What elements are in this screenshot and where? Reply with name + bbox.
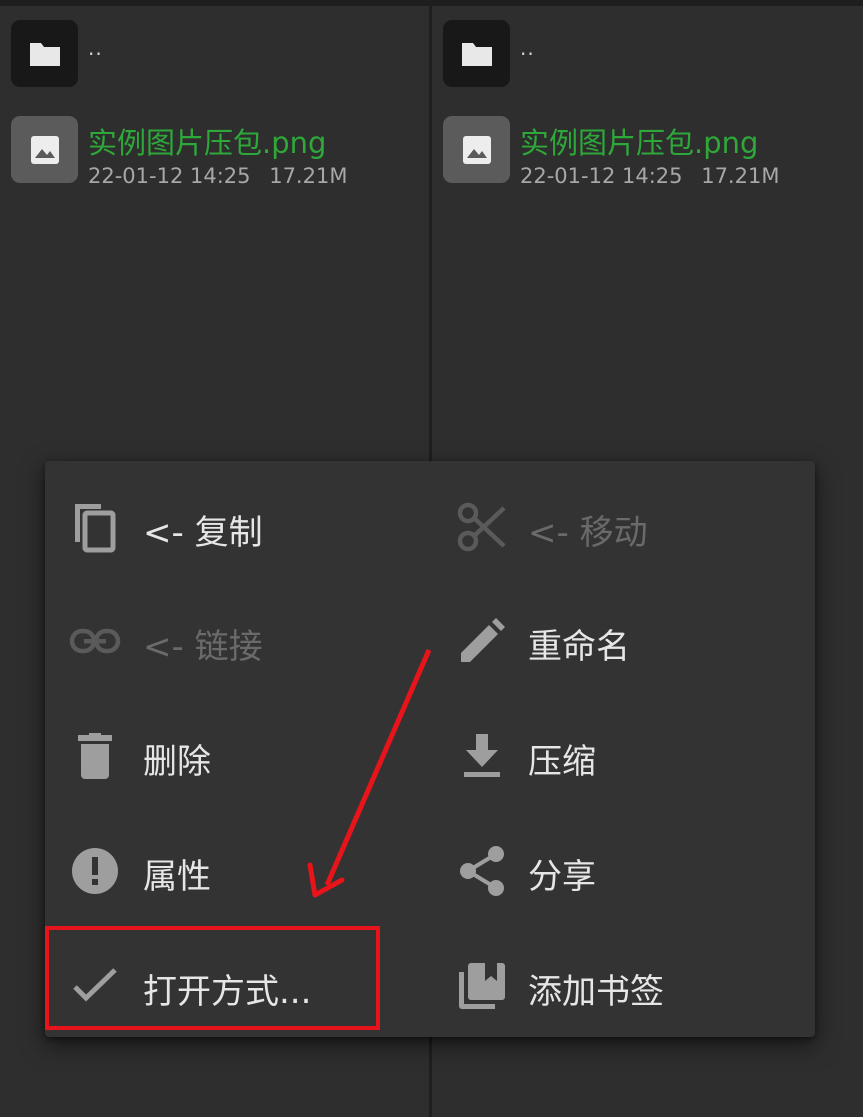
pencil-icon: [454, 613, 510, 669]
parent-dir-label: ..: [520, 36, 535, 60]
menu-item-label: 重命名: [528, 627, 630, 667]
menu-item-rename[interactable]: 重命名: [430, 585, 790, 685]
file-meta: 22-01-12 14:25 17.21M: [520, 164, 779, 188]
copy-icon: [67, 499, 123, 555]
parent-directory-row[interactable]: ..: [432, 20, 863, 88]
bookmark-icon: [454, 958, 510, 1014]
menu-item-label: 添加书签: [528, 972, 664, 1012]
file-size: 17.21M: [269, 164, 348, 188]
file-size: 17.21M: [701, 164, 780, 188]
menu-item-share[interactable]: 分享: [430, 815, 790, 915]
file-name: 实例图片压包.png: [520, 126, 759, 160]
menu-item-link[interactable]: <- 链接: [45, 585, 405, 685]
menu-item-copy[interactable]: <- 复制: [45, 471, 405, 571]
image-file-icon: [443, 116, 510, 183]
link-icon: [67, 613, 123, 669]
share-icon: [454, 843, 510, 899]
file-date: 22-01-12 14:25: [520, 164, 683, 188]
info-icon: [67, 843, 123, 899]
menu-item-label: 属性: [143, 857, 211, 897]
menu-item-compress[interactable]: 压缩: [430, 700, 790, 800]
menu-item-label: <- 复制: [143, 513, 263, 553]
menu-item-delete[interactable]: 删除: [45, 700, 405, 800]
file-meta: 22-01-12 14:25 17.21M: [88, 164, 347, 188]
menu-item-label: 删除: [143, 742, 211, 782]
menu-item-label: <- 链接: [143, 627, 263, 667]
parent-dir-label: ..: [88, 36, 103, 60]
menu-item-add-bookmark[interactable]: 添加书签: [430, 930, 790, 1030]
download-icon: [454, 728, 510, 784]
file-name: 实例图片压包.png: [88, 126, 327, 160]
menu-item-properties[interactable]: 属性: [45, 815, 405, 915]
menu-item-label: 分享: [528, 857, 596, 897]
parent-directory-row[interactable]: ..: [0, 20, 429, 88]
scissors-icon: [454, 499, 510, 555]
image-file-icon: [11, 116, 78, 183]
file-date: 22-01-12 14:25: [88, 164, 251, 188]
menu-item-move[interactable]: <- 移动: [430, 471, 790, 571]
folder-icon: [11, 20, 78, 87]
menu-item-label: <- 移动: [528, 513, 648, 553]
annotation-highlight-box: [45, 926, 380, 1030]
trash-icon: [67, 728, 123, 784]
file-row[interactable]: 实例图片压包.png 22-01-12 14:25 17.21M: [0, 116, 429, 188]
folder-icon: [443, 20, 510, 87]
file-row[interactable]: 实例图片压包.png 22-01-12 14:25 17.21M: [432, 116, 863, 188]
menu-item-label: 压缩: [528, 742, 596, 782]
